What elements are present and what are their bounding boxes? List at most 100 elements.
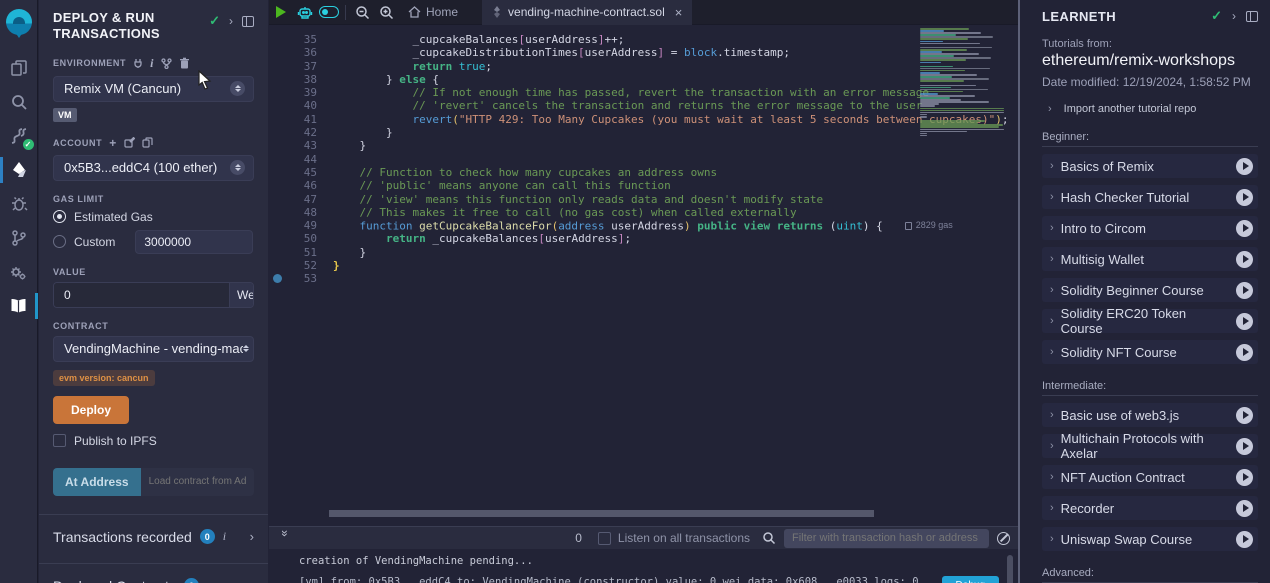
breakpoint-margin[interactable]: [269, 60, 287, 73]
terminal-filter-input[interactable]: [784, 529, 989, 548]
clear-console-icon[interactable]: [997, 532, 1010, 545]
listen-all-transactions-checkbox[interactable]: [598, 532, 611, 545]
pin-panel-icon[interactable]: [242, 16, 254, 27]
trash-icon[interactable]: [179, 57, 190, 69]
terminal-scrollbar[interactable]: [1007, 555, 1013, 583]
estimated-gas-radio[interactable]: [53, 210, 66, 223]
play-tutorial-button[interactable]: [1236, 438, 1253, 455]
breakpoint-margin[interactable]: [269, 179, 287, 192]
tutorial-item[interactable]: ›Basics of Remix: [1042, 154, 1258, 178]
at-address-button[interactable]: At Address: [53, 468, 141, 496]
ai-assistant-button[interactable]: [293, 0, 317, 25]
info-icon[interactable]: i: [150, 56, 154, 71]
tutorial-item[interactable]: ›Solidity Beginner Course: [1042, 278, 1258, 302]
play-tutorial-button[interactable]: [1236, 531, 1253, 548]
code-line[interactable]: 47 // 'view' means this function only re…: [269, 193, 918, 206]
play-tutorial-button[interactable]: [1236, 282, 1253, 299]
edit-icon[interactable]: [124, 137, 135, 148]
play-tutorial-button[interactable]: [1236, 407, 1253, 424]
breakpoint-margin[interactable]: [269, 166, 287, 179]
contract-select[interactable]: VendingMachine - vending-machin: [53, 336, 254, 362]
breakpoint-margin[interactable]: [269, 46, 287, 59]
code-line[interactable]: 51 }: [269, 246, 918, 259]
breakpoint-margin[interactable]: [269, 73, 287, 86]
double-chevron-down-icon[interactable]: »: [278, 530, 292, 546]
breakpoint-margin[interactable]: [269, 139, 287, 152]
breakpoint-margin[interactable]: [269, 126, 287, 139]
sidebar-item-settings[interactable]: [0, 255, 38, 289]
deployed-contracts-row[interactable]: Deployed Contracts 0: [39, 563, 268, 583]
play-tutorial-button[interactable]: [1236, 220, 1253, 237]
tutorial-item[interactable]: ›Multisig Wallet: [1042, 247, 1258, 271]
code-line[interactable]: 36 _cupcakeDistributionTimes[userAddress…: [269, 46, 918, 59]
tutorial-item[interactable]: ›Uniswap Swap Course: [1042, 527, 1258, 551]
breakpoint-margin[interactable]: [269, 259, 287, 272]
code-line[interactable]: 52}: [269, 259, 918, 272]
remix-logo-icon[interactable]: [6, 9, 32, 35]
deploy-button[interactable]: Deploy: [53, 396, 129, 424]
code-line[interactable]: 39 // If not enough time has passed, rev…: [269, 86, 918, 99]
info-icon[interactable]: i: [223, 529, 226, 544]
code-line[interactable]: 49 function getCupcakeBalanceFor(address…: [269, 219, 918, 232]
transactions-recorded-row[interactable]: Transactions recorded 0 i ›: [39, 514, 268, 545]
tutorial-item[interactable]: ›Multichain Protocols with Axelar: [1042, 434, 1258, 458]
plus-icon[interactable]: +: [109, 136, 117, 150]
fork-icon[interactable]: [161, 58, 172, 69]
play-tutorial-button[interactable]: [1236, 344, 1253, 361]
account-select[interactable]: 0x5B3...eddC4 (100 ether): [53, 155, 254, 181]
sidebar-item-learneth[interactable]: [0, 289, 38, 323]
run-script-button[interactable]: [269, 0, 293, 25]
publish-ipfs-checkbox[interactable]: [53, 434, 66, 447]
panel-expand-icon[interactable]: ›: [229, 14, 233, 28]
sidebar-item-git[interactable]: [0, 221, 38, 255]
at-address-input[interactable]: [141, 468, 254, 496]
play-tutorial-button[interactable]: [1236, 313, 1253, 330]
code-line[interactable]: 43 }: [269, 139, 918, 152]
code-line[interactable]: 40 // 'revert' cancels the transaction a…: [269, 99, 918, 112]
code-line[interactable]: 50 return _cupcakeBalances[userAddress];: [269, 232, 918, 245]
copilot-toggle[interactable]: [317, 0, 341, 25]
code-line[interactable]: 44: [269, 153, 918, 166]
breakpoint-margin[interactable]: [269, 232, 287, 245]
tutorial-item[interactable]: ›Solidity NFT Course: [1042, 340, 1258, 364]
close-icon[interactable]: ×: [675, 5, 683, 20]
code-line[interactable]: 45 // Function to check how many cupcake…: [269, 166, 918, 179]
chevron-right-icon[interactable]: ›: [250, 529, 254, 544]
plug-icon[interactable]: [133, 58, 143, 68]
sidebar-item-solidity-compiler[interactable]: ✓: [0, 119, 38, 153]
play-tutorial-button[interactable]: [1236, 251, 1253, 268]
breakpoint-dot[interactable]: [273, 274, 282, 283]
breakpoint-margin[interactable]: [269, 86, 287, 99]
value-unit-select[interactable]: Wei: [229, 283, 254, 307]
copy-icon[interactable]: [142, 137, 153, 148]
breakpoint-margin[interactable]: [269, 272, 287, 285]
code-line[interactable]: 38 } else {: [269, 73, 918, 86]
tutorial-item[interactable]: ›Recorder: [1042, 496, 1258, 520]
editor-minimap[interactable]: [920, 28, 1006, 139]
breakpoint-margin[interactable]: [269, 219, 287, 232]
breakpoint-margin[interactable]: [269, 153, 287, 166]
tutorial-item[interactable]: ›Basic use of web3.js: [1042, 403, 1258, 427]
breakpoint-margin[interactable]: [269, 206, 287, 219]
custom-gas-radio[interactable]: [53, 235, 66, 248]
panel-expand-icon[interactable]: ›: [1232, 9, 1236, 23]
play-tutorial-button[interactable]: [1236, 500, 1253, 517]
breakpoint-margin[interactable]: [269, 113, 287, 126]
custom-gas-input[interactable]: [135, 230, 253, 254]
import-tutorial-repo[interactable]: › Import another tutorial repo: [1048, 103, 1258, 115]
tab-home[interactable]: Home: [398, 0, 468, 25]
zoom-out-button[interactable]: [350, 0, 374, 25]
sidebar-item-debugger[interactable]: [0, 187, 38, 221]
tutorial-item[interactable]: ›Intro to Circom: [1042, 216, 1258, 240]
tab-vending-machine-contract[interactable]: vending-machine-contract.sol ×: [482, 0, 692, 25]
breakpoint-margin[interactable]: [269, 33, 287, 46]
code-line[interactable]: 41 revert("HTTP 429: Too Many Cupcakes (…: [269, 113, 918, 126]
tutorial-item[interactable]: ›NFT Auction Contract: [1042, 465, 1258, 489]
sidebar-item-file-explorer[interactable]: [0, 51, 38, 85]
pin-panel-icon[interactable]: [1246, 11, 1258, 22]
play-tutorial-button[interactable]: [1236, 158, 1253, 175]
environment-select[interactable]: Remix VM (Cancun): [53, 76, 254, 102]
play-tutorial-button[interactable]: [1236, 189, 1253, 206]
code-line[interactable]: 35 _cupcakeBalances[userAddress]++;: [269, 33, 918, 46]
breakpoint-margin[interactable]: [269, 193, 287, 206]
